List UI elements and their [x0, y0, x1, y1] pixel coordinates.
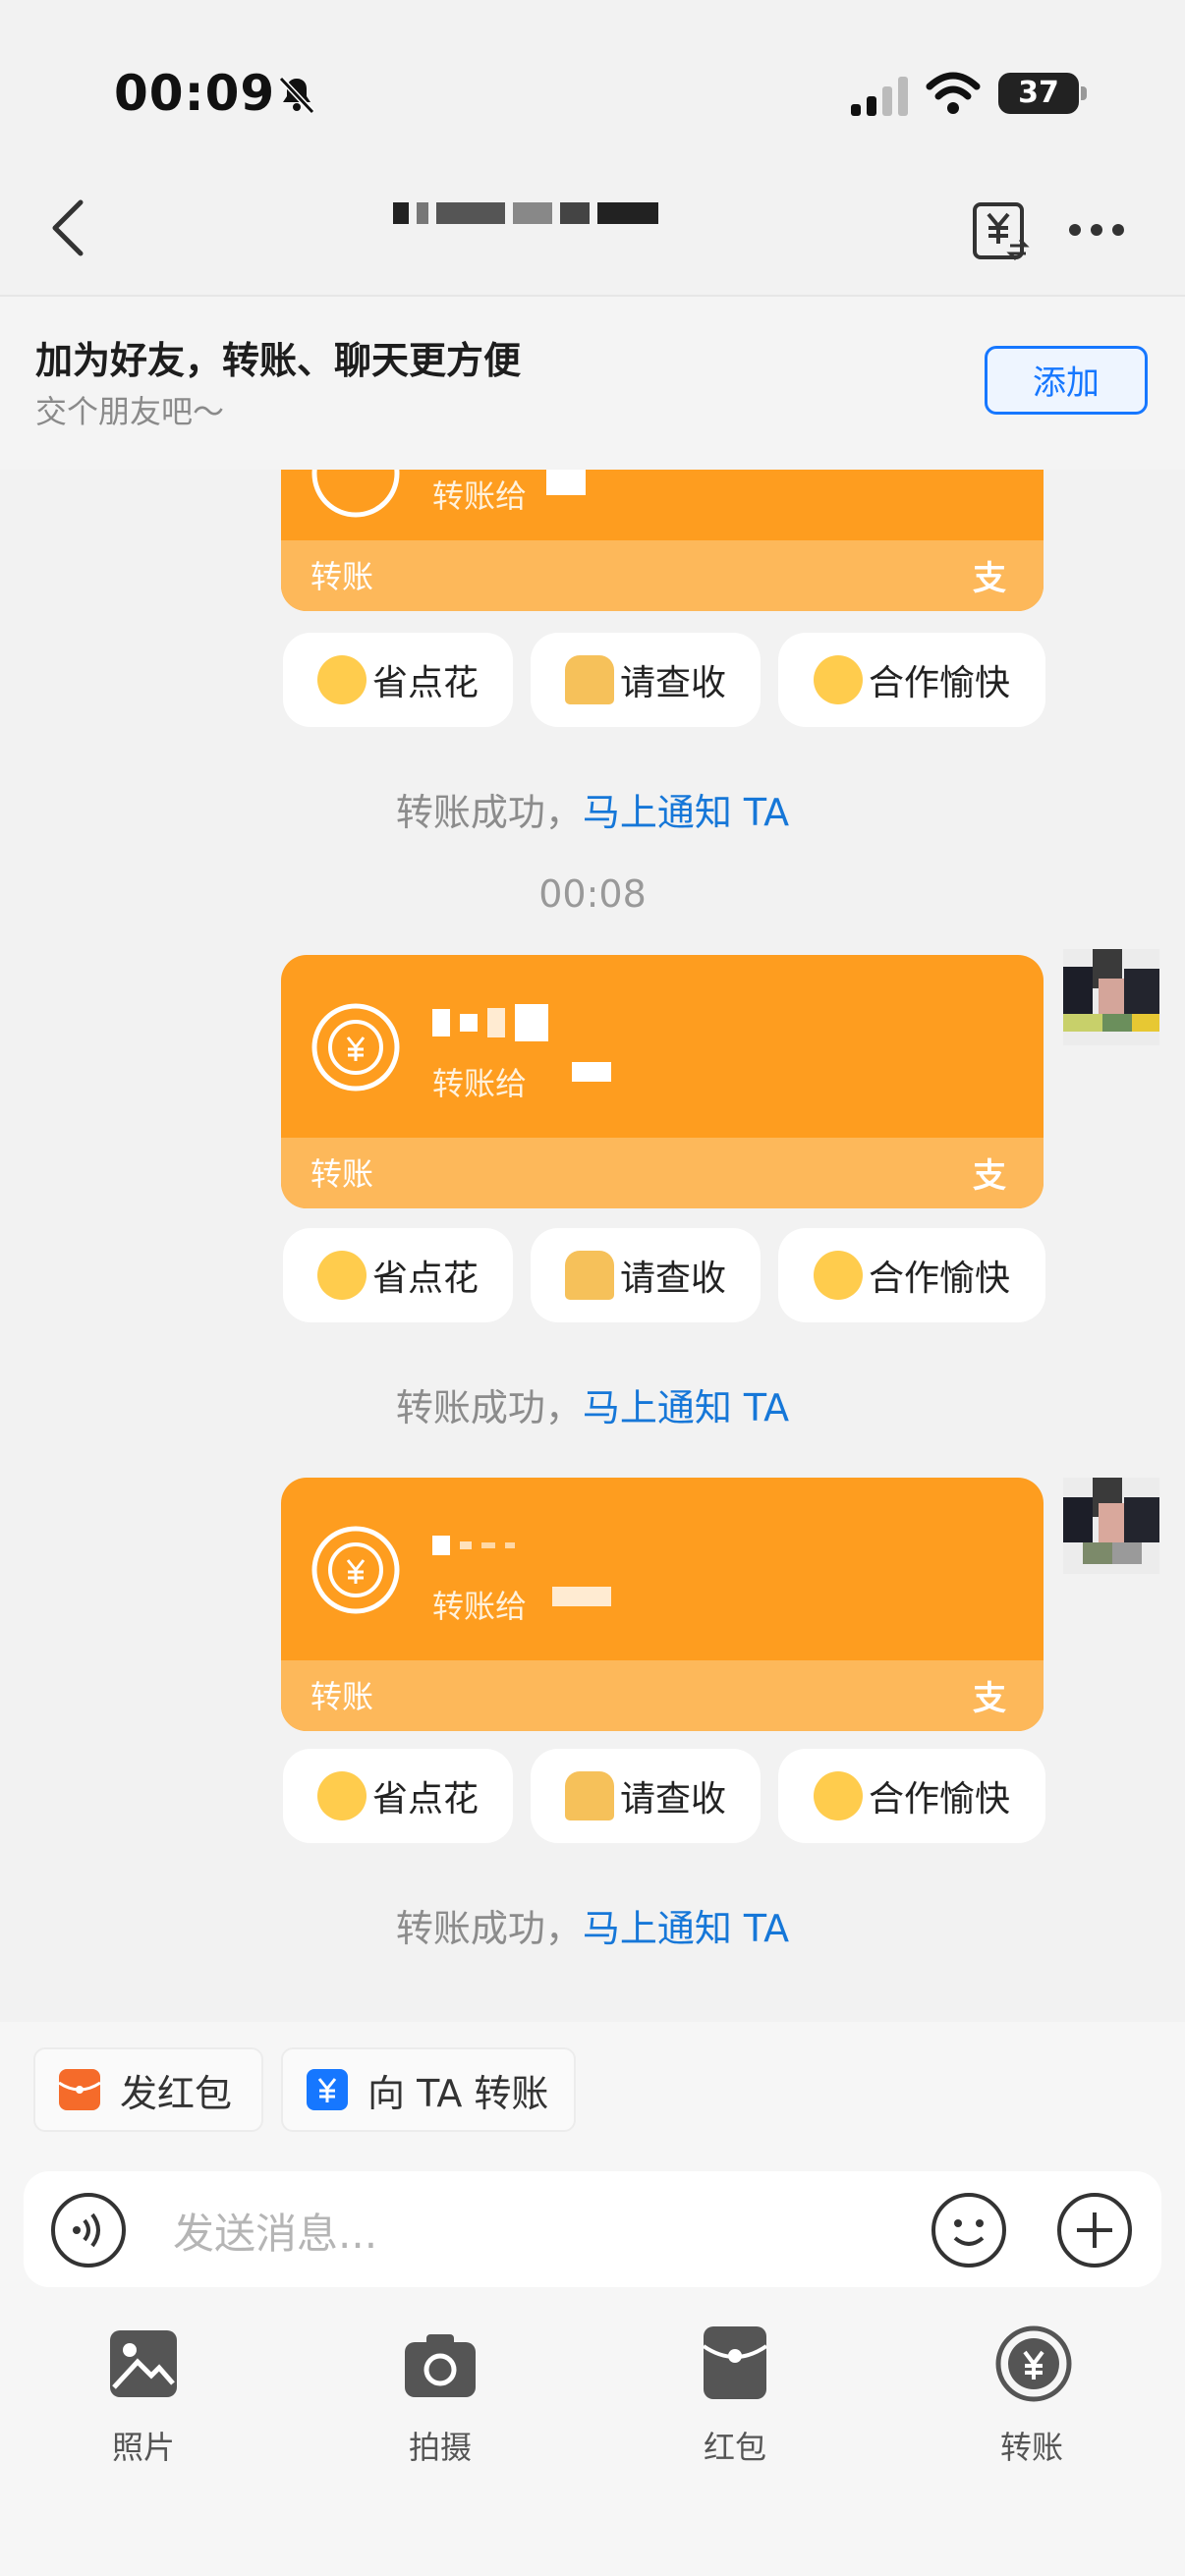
amount-obscured	[432, 1004, 558, 1041]
transfer-success-notice: 转账成功，马上通知 TA	[0, 782, 1185, 836]
card-recipient: 转账给	[432, 1588, 528, 1625]
yen-circle-icon	[311, 1003, 400, 1092]
card-footer: 转账 支	[281, 1138, 1044, 1208]
bell-muted-icon	[278, 76, 315, 115]
toolbar-label: 红包	[703, 2429, 766, 2466]
folded-hands-emoji	[564, 655, 614, 704]
quick-reply-label: 请查收	[619, 1259, 726, 1299]
banner-subtitle: 交个朋友吧～	[35, 393, 225, 430]
quick-reply-label: 合作愉快	[868, 1779, 1010, 1820]
transfer-success-notice: 转账成功，马上通知 TA	[0, 1898, 1185, 1952]
quick-reply-button[interactable]: 省点花	[283, 1749, 513, 1843]
squint-face-emoji	[316, 1251, 367, 1300]
card-footer: 转账 支	[281, 1660, 1044, 1731]
folded-hands-emoji	[564, 1771, 614, 1820]
recipient-obscured	[546, 470, 595, 495]
wifi-icon	[926, 72, 981, 114]
recipient-obscured	[572, 1061, 621, 1082]
red-packet-icon	[58, 2069, 101, 2110]
add-friend-button[interactable]: 添加	[985, 346, 1148, 415]
smile-face-emoji	[813, 1771, 863, 1820]
transfer-card[interactable]: 转账给 转账 支	[281, 955, 1044, 1208]
card-footer-label: 转账	[310, 1678, 374, 1715]
message-input[interactable]: 发送消息...	[173, 2201, 377, 2261]
photo-icon[interactable]	[108, 2328, 179, 2399]
toolbar-label: 拍摄	[408, 2429, 472, 2466]
quick-action-label: 发红包	[120, 2071, 233, 2115]
banner-title: 加为好友，转账、聊天更方便	[35, 339, 522, 382]
quick-reply-button[interactable]: 合作愉快	[778, 1749, 1045, 1843]
card-footer-label: 转账	[310, 558, 374, 595]
alipay-logo: 支	[973, 559, 1006, 598]
red-envelope-icon[interactable]	[702, 2324, 768, 2401]
avatar[interactable]	[1063, 1478, 1159, 1574]
chat-title-obscured	[393, 202, 727, 246]
quick-reply-button[interactable]: 请查收	[531, 1749, 761, 1843]
smile-face-emoji	[813, 1251, 863, 1300]
status-time: 00:09	[114, 65, 276, 122]
card-footer-label: 转账	[310, 1155, 374, 1193]
smile-face-emoji	[813, 655, 863, 704]
transfer-icon[interactable]	[994, 2324, 1073, 2403]
quick-reply-label: 合作愉快	[868, 1259, 1010, 1299]
chevron-left-icon[interactable]	[45, 196, 92, 259]
yen-circle-icon	[311, 1526, 400, 1614]
quick-reply-label: 省点花	[371, 1779, 479, 1820]
quick-reply-label: 省点花	[371, 663, 479, 703]
battery-indicator: 37	[998, 73, 1079, 114]
card-recipient: 转账给	[432, 477, 528, 515]
camera-icon[interactable]	[403, 2330, 478, 2401]
toolbar-label: 转账	[999, 2429, 1063, 2466]
alipay-logo: 支	[973, 1679, 1006, 1718]
notice-text: 转账成功，	[395, 1386, 583, 1429]
transfer-success-notice: 转账成功，马上通知 TA	[0, 1377, 1185, 1431]
quick-reply-button[interactable]: 请查收	[531, 633, 761, 727]
transfer-card[interactable]: 转账给 转账 支	[281, 470, 1044, 611]
squint-face-emoji	[316, 1771, 367, 1820]
card-recipient: 转账给	[432, 1065, 528, 1102]
quick-reply-button[interactable]: 省点花	[283, 1228, 513, 1322]
plus-icon[interactable]	[1055, 2191, 1134, 2269]
more-icon[interactable]	[1067, 218, 1126, 242]
transfer-yen-icon	[307, 2069, 348, 2110]
quick-reply-label: 省点花	[371, 1259, 479, 1299]
message-timestamp: 00:08	[538, 872, 647, 916]
battery-tip	[1081, 86, 1087, 100]
avatar[interactable]	[1063, 949, 1159, 1045]
emoji-icon[interactable]	[930, 2191, 1008, 2269]
quick-action-label: 向 TA 转账	[367, 2071, 549, 2115]
quick-reply-button[interactable]: 请查收	[531, 1228, 761, 1322]
quick-reply-button[interactable]: 省点花	[283, 633, 513, 727]
notify-ta-link[interactable]: 马上通知 TA	[583, 1907, 789, 1950]
squint-face-emoji	[316, 655, 367, 704]
quick-reply-button[interactable]: 合作愉快	[778, 1228, 1045, 1322]
yen-circle-icon	[311, 470, 400, 518]
card-footer: 转账 支	[281, 540, 1044, 611]
send-red-packet-button[interactable]: 发红包	[33, 2047, 263, 2132]
transfer-to-ta-button[interactable]: 向 TA 转账	[281, 2047, 576, 2132]
voice-icon[interactable]	[49, 2191, 128, 2269]
toolbar-label: 照片	[111, 2429, 175, 2466]
quick-reply-label: 合作愉快	[868, 663, 1010, 703]
notice-text: 转账成功，	[395, 791, 583, 834]
amount-obscured	[432, 1535, 525, 1555]
quick-reply-label: 请查收	[619, 663, 726, 703]
quick-reply-button[interactable]: 合作愉快	[778, 633, 1045, 727]
recipient-obscured	[552, 1586, 621, 1606]
alipay-logo: 支	[973, 1156, 1006, 1196]
signal-icon	[851, 77, 908, 116]
transfer-card[interactable]: 转账给 转账 支	[281, 1478, 1044, 1731]
quick-reply-label: 请查收	[619, 1779, 726, 1820]
notify-ta-link[interactable]: 马上通知 TA	[583, 791, 789, 834]
notify-ta-link[interactable]: 马上通知 TA	[583, 1386, 789, 1429]
notice-text: 转账成功，	[395, 1907, 583, 1950]
yen-transfer-icon[interactable]	[971, 200, 1030, 261]
folded-hands-emoji	[564, 1251, 614, 1300]
